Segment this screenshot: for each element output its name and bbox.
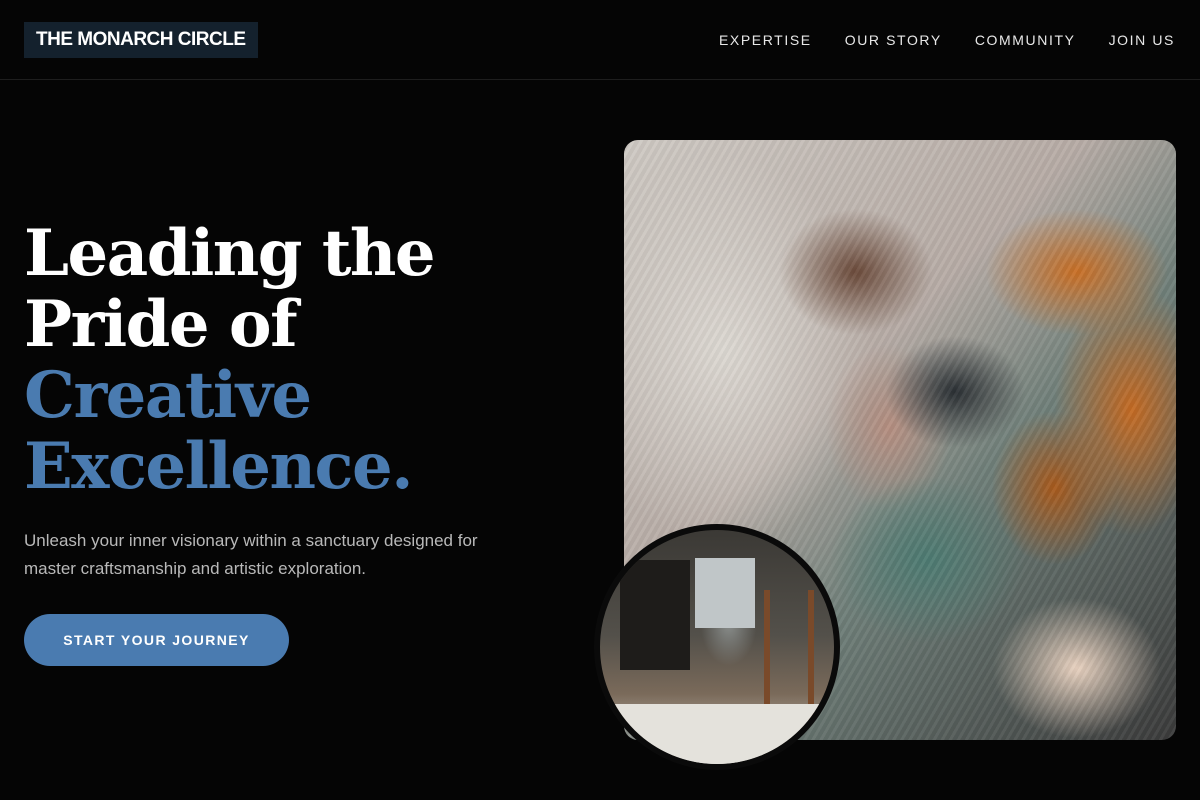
studio-shelf — [620, 560, 690, 670]
nav-link-expertise[interactable]: EXPERTISE — [719, 31, 812, 49]
nav-links: EXPERTISE OUR STORY COMMUNITY JOIN US — [719, 31, 1175, 49]
studio-window — [695, 558, 755, 628]
studio-floor — [600, 704, 834, 764]
hero-title-accent-line-1: Creative — [24, 358, 312, 433]
hero-title-accent-line-2: Excellence. — [24, 429, 413, 504]
hero-subtitle: Unleash your inner visionary within a sa… — [24, 531, 478, 578]
hero-title-line-1: Leading the — [24, 216, 436, 291]
nav-link-join-us[interactable]: JOIN US — [1109, 31, 1175, 49]
hero-title-line-2: Pride of — [24, 287, 298, 362]
nav-link-community[interactable]: COMMUNITY — [975, 31, 1076, 49]
top-navigation: THE MONARCH CIRCLE EXPERTISE OUR STORY C… — [0, 0, 1200, 80]
nav-link-our-story[interactable]: OUR STORY — [845, 31, 942, 49]
brand-logo[interactable]: THE MONARCH CIRCLE — [24, 22, 258, 58]
studio-inset-image — [594, 524, 840, 770]
start-journey-button[interactable]: START YOUR JOURNEY — [24, 614, 289, 666]
hero-title: Leading the Pride of Creative Excellence… — [24, 216, 436, 504]
